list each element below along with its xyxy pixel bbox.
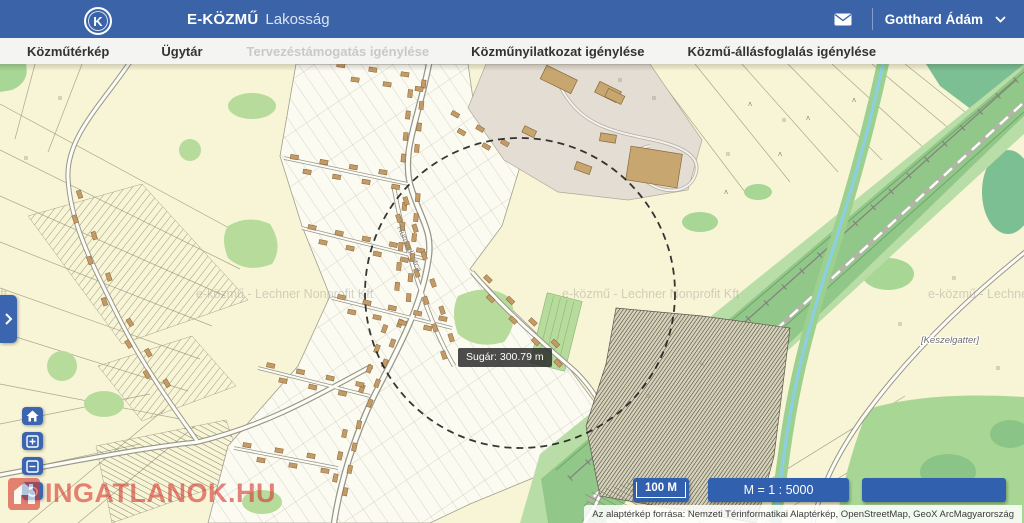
svg-text:ıı: ıı xyxy=(898,320,902,328)
nav-kozmu-allasfoglalas[interactable]: Közmű-állásfoglalás igénylése xyxy=(684,44,881,59)
logo-letter: K xyxy=(93,14,102,29)
svg-text:ıı: ıı xyxy=(24,154,28,162)
app-title: E-KÖZMŰ Lakosság xyxy=(187,0,330,38)
svg-text:ıı: ıı xyxy=(952,274,956,282)
messages-button[interactable] xyxy=(828,6,858,32)
svg-text:ıı: ıı xyxy=(726,150,730,158)
svg-text:ıı: ıı xyxy=(618,76,622,84)
envelope-icon xyxy=(834,13,852,26)
svg-text:ʌ: ʌ xyxy=(778,150,782,158)
svg-text:ıı: ıı xyxy=(652,94,656,102)
svg-text:ʌ: ʌ xyxy=(852,96,856,104)
header-right: Gotthard Ádám xyxy=(828,0,1024,38)
svg-text:ʌ: ʌ xyxy=(724,188,728,196)
chevron-right-icon xyxy=(4,312,13,326)
nav-kozmuterkep[interactable]: Közműtérkép xyxy=(23,44,113,59)
zoom-out-button[interactable] xyxy=(22,457,43,475)
zoom-in-button[interactable] xyxy=(22,432,43,450)
undo-button[interactable] xyxy=(22,482,43,500)
e-kozmu-app: K E-KÖZMŰ Lakosság Gotthard Ádám Közműté… xyxy=(0,0,1024,523)
svg-text:e-közmű - Lechner Nonprofit Kf: e-közmű - Lechner Nonprofit Kft xyxy=(928,287,1024,301)
coordinates-box xyxy=(862,478,1006,502)
minus-square-icon xyxy=(26,460,39,473)
user-menu-button[interactable] xyxy=(995,16,1006,23)
user-name: Gotthard Ádám xyxy=(885,12,983,27)
plus-square-icon xyxy=(26,435,39,448)
svg-text:ʌ: ʌ xyxy=(806,114,810,122)
svg-text:ıı: ıı xyxy=(782,116,786,124)
map-canvas[interactable]: ıı ıı ıı ıı ıı ıı ıı ıı ıı ıı ıı ʌ ʌ ʌ ʌ ʌ e-közmű - Le… xyxy=(0,64,1024,523)
svg-text:e-közmű - Lechner Nonprofit Kf: e-közmű - Lechner Nonprofit Kft xyxy=(196,287,374,301)
nav-kozmunyilatkozat[interactable]: Közműnyilatkozat igénylése xyxy=(467,44,648,59)
svg-text:ıı: ıı xyxy=(700,360,704,368)
map-attribution: Az alaptérkép forrása: Nemzeti Térinform… xyxy=(584,505,1022,523)
chevron-down-icon xyxy=(995,16,1006,23)
svg-text:ıı: ıı xyxy=(996,364,1000,372)
app-logo-icon: K xyxy=(84,7,112,35)
app-title-bold: E-KÖZMŰ xyxy=(187,11,258,28)
scale-ratio-selector[interactable]: M = 1 : 5000 xyxy=(708,478,849,502)
layer-panel-toggle[interactable] xyxy=(0,295,17,343)
scale-bar-label: 100 M xyxy=(636,482,686,498)
svg-text:ʌ: ʌ xyxy=(748,100,752,108)
svg-text:ıı: ıı xyxy=(646,392,650,400)
app-header: K E-KÖZMŰ Lakosság Gotthard Ádám xyxy=(0,0,1024,38)
nav-ugytar[interactable]: Ügytár xyxy=(157,44,206,59)
place-label: [Keszelgatter] xyxy=(920,335,979,346)
app-title-light: Lakosság xyxy=(265,11,329,28)
main-nav: Közműtérkép Ügytár Tervezéstámogatás igé… xyxy=(0,38,1024,65)
header-divider xyxy=(872,8,873,30)
scale-bar: 100 M xyxy=(633,478,689,502)
home-icon xyxy=(26,410,39,422)
svg-text:ıı: ıı xyxy=(58,94,62,102)
svg-text:e-közmű - Lechner Nonprofit Kf: e-közmű - Lechner Nonprofit Kft xyxy=(562,287,740,301)
undo-arrow-icon xyxy=(26,485,39,498)
nav-tervezestamogatas: Tervezéstámogatás igénylése xyxy=(243,44,434,59)
map-home-button[interactable] xyxy=(22,407,43,425)
